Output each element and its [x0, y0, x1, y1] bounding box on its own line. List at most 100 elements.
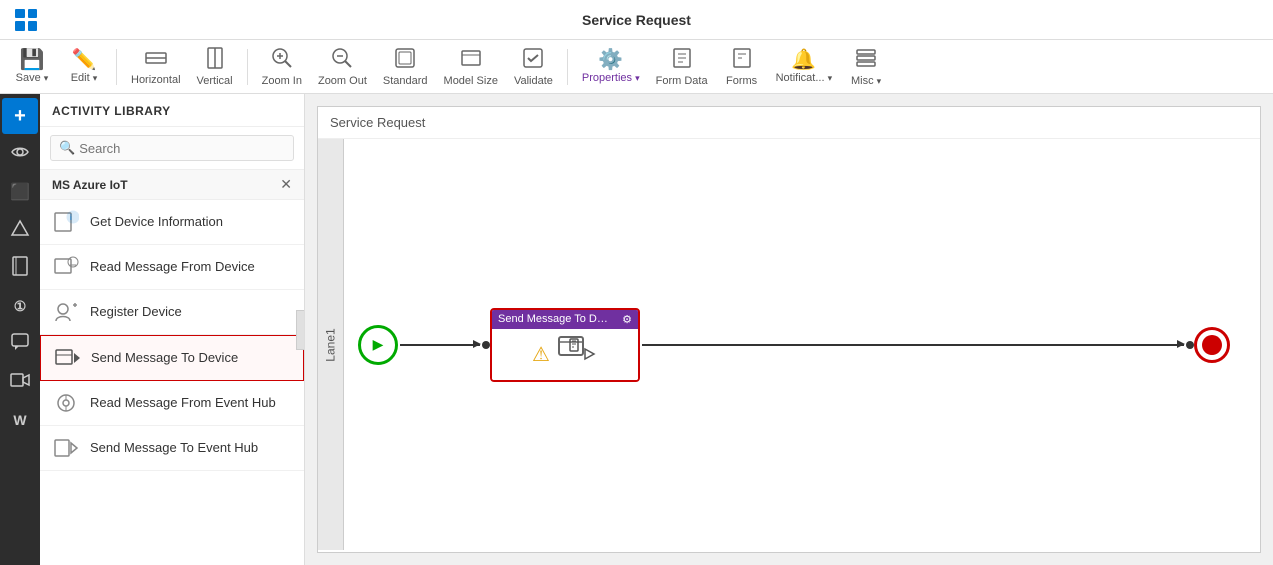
warning-icon: ⚠: [532, 342, 550, 367]
video-icon-btn[interactable]: [2, 364, 38, 400]
standard-button[interactable]: Standard: [377, 44, 434, 90]
activity-node-body: ⚠: [492, 329, 638, 380]
activity-item-read-msg-device[interactable]: Read Message From Device: [40, 245, 304, 290]
toolbar: 💾 Save ▾ ✏️ Edit ▾ Horizontal Vertical Z…: [0, 40, 1273, 94]
send-msg-eventhub-icon: [52, 434, 80, 462]
category-name: MS Azure IoT: [52, 178, 128, 192]
properties-icon: ⚙️: [598, 50, 623, 70]
get-device-info-icon: i: [52, 208, 80, 236]
zoom-out-button[interactable]: Zoom Out: [312, 44, 373, 90]
drive-icon-btn[interactable]: [2, 212, 38, 248]
activity-header: ACTIVITY LIBRARY: [40, 94, 304, 127]
category-header: MS Azure IoT ✕: [40, 169, 304, 200]
edit-button[interactable]: ✏️ Edit ▾: [60, 44, 108, 90]
wp-icon-btn[interactable]: W: [2, 402, 38, 438]
horizontal-icon: [145, 48, 167, 72]
read-msg-device-label: Read Message From Device: [90, 259, 255, 276]
divider-1: [116, 49, 117, 85]
zoom-out-icon: [331, 47, 353, 73]
arrow-head-2: [1177, 340, 1185, 348]
page-title: Service Request: [582, 12, 691, 28]
add-icon-btn[interactable]: +: [2, 98, 38, 134]
number-icon: ①: [14, 298, 27, 315]
forms-icon: [731, 47, 753, 73]
activity-node-title: Send Message To Devi...: [498, 313, 608, 325]
chat-icon: [11, 333, 29, 356]
model-size-button[interactable]: Model Size: [438, 44, 504, 90]
activity-item-get-device-info[interactable]: i Get Device Information: [40, 200, 304, 245]
activity-list: i Get Device Information Read Message Fr…: [40, 200, 304, 565]
register-device-icon: [52, 298, 80, 326]
number-icon-btn[interactable]: ①: [2, 288, 38, 324]
flow-activity-node[interactable]: Send Message To Devi... ⚙ ⚠: [490, 308, 640, 382]
notebook-icon-btn[interactable]: [2, 250, 38, 286]
connector-dot-2: [1186, 341, 1194, 349]
activity-item-send-msg-eventhub[interactable]: Send Message To Event Hub: [40, 426, 304, 471]
activity-panel: ACTIVITY LIBRARY 🔍 MS Azure IoT ✕ i Get …: [40, 94, 305, 565]
send-msg-eventhub-label: Send Message To Event Hub: [90, 440, 258, 457]
read-msg-device-icon: [52, 253, 80, 281]
horizontal-button[interactable]: Horizontal: [125, 44, 187, 90]
office-icon-btn[interactable]: ⬛: [2, 174, 38, 210]
activity-library-title: ACTIVITY LIBRARY: [52, 104, 171, 118]
search-box[interactable]: 🔍: [50, 135, 294, 161]
end-dot: [1202, 335, 1222, 355]
side-icons: + ⬛ ①: [0, 94, 40, 565]
divider-3: [567, 49, 568, 85]
get-device-info-label: Get Device Information: [90, 214, 223, 231]
category-close-button[interactable]: ✕: [280, 176, 292, 193]
read-msg-eventhub-label: Read Message From Event Hub: [90, 395, 276, 412]
zoom-in-icon: [271, 47, 293, 73]
send-msg-device-icon: [53, 344, 81, 372]
collapse-panel-button[interactable]: ‹: [296, 310, 305, 350]
drive-icon: [10, 219, 30, 242]
canvas-inner: Service Request Lane1 ▶: [317, 106, 1261, 553]
misc-button[interactable]: Misc ▾: [842, 44, 890, 90]
notifications-button[interactable]: 🔔 Notificat... ▾: [770, 44, 839, 90]
forms-button[interactable]: Forms: [718, 44, 766, 90]
zoom-in-button[interactable]: Zoom In: [256, 44, 308, 90]
connector-dot-1: [482, 341, 490, 349]
flow-container: ▶ Send Message To Devi... ⚙: [358, 308, 1260, 382]
activity-item-register-device[interactable]: Register Device: [40, 290, 304, 335]
play-icon: ▶: [373, 336, 384, 353]
save-button[interactable]: 💾 Save ▾: [8, 44, 56, 90]
notifications-icon: 🔔: [791, 50, 816, 70]
activity-node-header: Send Message To Devi... ⚙: [492, 310, 638, 329]
validate-icon: [522, 47, 544, 73]
activity-item-read-msg-eventhub[interactable]: Read Message From Event Hub: [40, 381, 304, 426]
breadcrumb: Service Request: [318, 107, 1260, 139]
end-node[interactable]: [1194, 327, 1230, 363]
node-settings-icon[interactable]: ⚙: [622, 313, 632, 326]
lane-label: Lane1: [318, 139, 344, 550]
vertical-button[interactable]: Vertical: [191, 44, 239, 90]
eye-icon: [11, 143, 29, 166]
top-bar: Service Request: [0, 0, 1273, 40]
form-data-icon: [671, 47, 693, 73]
model-size-icon: [460, 47, 482, 73]
office-icon: ⬛: [10, 182, 30, 202]
node-device-icon: [558, 335, 598, 374]
video-icon: [10, 372, 30, 393]
register-device-label: Register Device: [90, 304, 182, 321]
app-grid-icon[interactable]: [10, 4, 42, 36]
misc-icon: [855, 47, 877, 73]
main-layout: + ⬛ ①: [0, 94, 1273, 565]
validate-button[interactable]: Validate: [508, 44, 559, 90]
search-icon: 🔍: [59, 140, 75, 156]
send-msg-device-label: Send Message To Device: [91, 350, 238, 367]
properties-button[interactable]: ⚙️ Properties ▾: [576, 44, 646, 90]
flow-arrow-2: [642, 344, 1184, 346]
canvas-content: Lane1 ▶: [318, 139, 1260, 550]
chat-icon-btn[interactable]: [2, 326, 38, 362]
edit-icon: ✏️: [72, 50, 97, 70]
wp-icon: W: [13, 412, 26, 428]
eye-icon-btn[interactable]: [2, 136, 38, 172]
save-icon: 💾: [20, 50, 45, 70]
lane-label-text: Lane1: [324, 328, 338, 361]
search-input[interactable]: [79, 141, 285, 156]
form-data-button[interactable]: Form Data: [650, 44, 714, 90]
vertical-icon: [206, 47, 224, 73]
start-node[interactable]: ▶: [358, 325, 398, 365]
activity-item-send-msg-device[interactable]: Send Message To Device: [40, 335, 304, 381]
